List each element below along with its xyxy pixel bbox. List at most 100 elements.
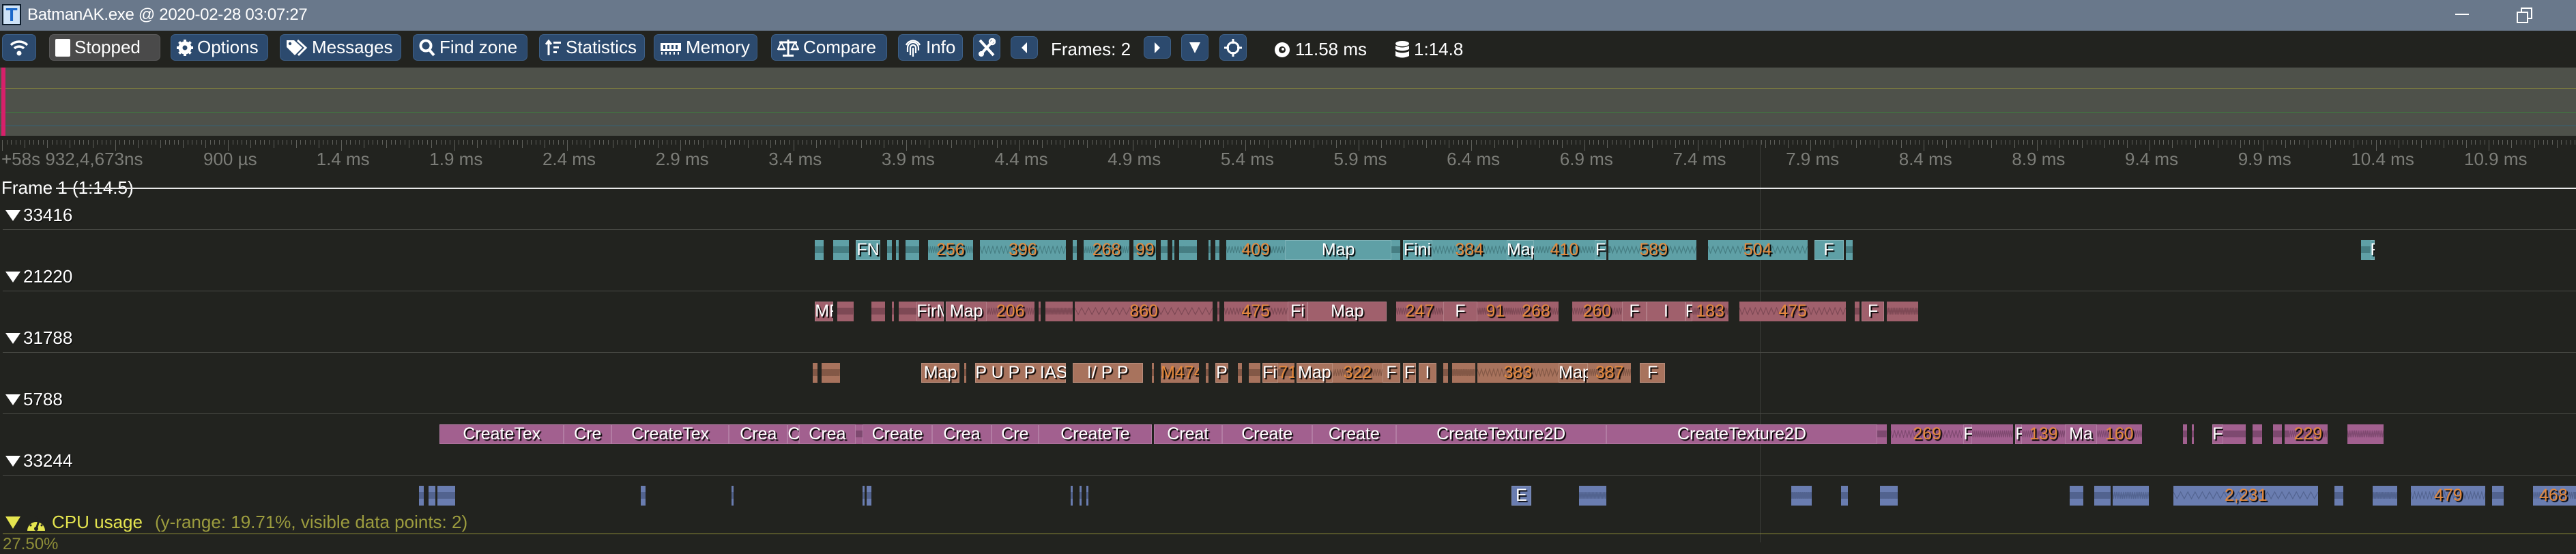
zone-block[interactable] [2191, 424, 2195, 444]
zone-block[interactable]: F [1443, 302, 1477, 321]
zone-block[interactable] [898, 302, 917, 321]
stopped-button[interactable]: Stopped [49, 34, 160, 61]
statistics-button[interactable]: Statistics [539, 34, 645, 61]
zone-block[interactable]: Crea [932, 424, 992, 444]
cpu-usage-header[interactable]: CPU usage (y-range: 19.71%, visible data… [5, 512, 467, 533]
zone-block[interactable]: CreateTex [611, 424, 729, 444]
zone-block[interactable]: I [1647, 302, 1685, 321]
zone-block[interactable]: 260 [1572, 302, 1622, 321]
zone-block[interactable]: FirM [916, 302, 944, 321]
zone-block[interactable]: Ma [2065, 424, 2097, 444]
zone-block[interactable] [1452, 363, 1475, 383]
zone-block[interactable] [1443, 363, 1448, 383]
zone-block[interactable] [871, 302, 885, 321]
zone-block[interactable] [2253, 424, 2262, 444]
zone-block[interactable]: 71 [1278, 363, 1294, 383]
zone-block[interactable]: 268 [1513, 302, 1559, 321]
zone-block[interactable]: 860 [1075, 302, 1213, 321]
zone-block[interactable] [1391, 240, 1401, 260]
zone-block[interactable] [822, 363, 840, 383]
zone-block[interactable]: Fini [1402, 240, 1432, 260]
zone-block[interactable]: 383 [1477, 363, 1559, 383]
zone-block[interactable] [1877, 424, 1887, 444]
restore-button[interactable] [2517, 8, 2532, 23]
compare-button[interactable]: Compare [771, 34, 887, 61]
zone-block[interactable]: 589 [1610, 240, 1697, 260]
zoom-to-frame-button[interactable] [1219, 34, 1247, 61]
thread-header[interactable]: 21220 [5, 266, 72, 287]
time-ruler[interactable]: +58s 932,4,673ns 900 µs 1.4 ms 1.9 ms 2.4 m… [0, 140, 2576, 201]
zone-block[interactable] [2347, 424, 2384, 444]
zone-block[interactable]: 2,231 [2173, 486, 2319, 506]
zone-block[interactable] [1841, 486, 1849, 506]
zone-block[interactable] [1161, 240, 1168, 260]
zone-block[interactable]: CreateTe [1039, 424, 1152, 444]
zone-block[interactable] [641, 486, 646, 506]
zone-block[interactable]: Crea [729, 424, 788, 444]
zone-block[interactable] [2094, 486, 2111, 506]
zone-block[interactable] [2069, 486, 2083, 506]
zone-block[interactable] [891, 302, 895, 321]
zone-block[interactable]: 268 [1084, 240, 1129, 260]
zone-block[interactable] [1845, 240, 1853, 260]
zone-block[interactable] [1206, 363, 1209, 383]
zone-block[interactable]: 269 [1891, 424, 1964, 444]
zone-block[interactable]: 384 [1432, 240, 1507, 260]
zone-block[interactable] [1972, 424, 2014, 444]
messages-button[interactable]: Messages [280, 34, 401, 61]
zone-block[interactable]: F [2015, 424, 2023, 444]
zone-block[interactable] [1215, 240, 1220, 260]
zone-block[interactable] [1039, 302, 1041, 321]
zone-block[interactable]: P U P P IAS [975, 363, 1066, 383]
current-frame-marker[interactable] [1, 68, 5, 136]
zone-block[interactable]: F [1814, 240, 1844, 260]
zone-block[interactable]: 183 [1692, 302, 1728, 321]
zone-block[interactable]: 256 [927, 240, 974, 260]
zone-block[interactable]: Crea [798, 424, 856, 444]
options-button[interactable]: Options [171, 34, 268, 61]
thread-header[interactable]: 33416 [5, 205, 72, 226]
zone-block[interactable]: Fir [1262, 363, 1279, 383]
tools-button[interactable] [973, 34, 1000, 61]
zone-block[interactable]: Create [862, 424, 933, 444]
zone-block[interactable] [2492, 486, 2504, 506]
zone-block[interactable]: 475 [1739, 302, 1846, 321]
zone-block[interactable]: 322 [1332, 363, 1383, 383]
zone-block[interactable] [905, 240, 919, 260]
zone-block[interactable] [1886, 302, 1918, 321]
zone-block[interactable]: F [1621, 302, 1647, 321]
zone-block[interactable]: F [1595, 240, 1606, 260]
zone-block[interactable]: F [2370, 240, 2375, 260]
zone-block[interactable] [1151, 363, 1155, 383]
zone-block[interactable]: 99 [1133, 240, 1157, 260]
zone-block[interactable] [1045, 302, 1073, 321]
zone-block[interactable] [1855, 302, 1859, 321]
zone-block[interactable] [1879, 486, 1898, 506]
zone-block[interactable] [1237, 363, 1243, 383]
connection-button[interactable] [2, 34, 36, 61]
zone-block[interactable]: Create [1312, 424, 1396, 444]
zone-block[interactable]: CreateTexture2D [1606, 424, 1878, 444]
zone-block[interactable]: Fi [1287, 302, 1308, 321]
zone-block[interactable]: I [1418, 363, 1437, 383]
zone-block[interactable] [1791, 486, 1812, 506]
zone-block[interactable]: C [787, 424, 799, 444]
zone-block[interactable]: F [2212, 424, 2224, 444]
zone-block[interactable]: 160 [2096, 424, 2142, 444]
zone-block[interactable] [1079, 486, 1082, 506]
memory-button[interactable]: Memory [654, 34, 757, 61]
zone-block[interactable]: F [1640, 363, 1665, 383]
zone-block[interactable]: Creat [1154, 424, 1222, 444]
zone-block[interactable]: F [1685, 302, 1692, 321]
zone-block[interactable]: F [1382, 363, 1401, 383]
zone-block[interactable] [2182, 424, 2188, 444]
zone-block[interactable]: Map [1559, 363, 1589, 383]
zone-block[interactable]: F [1402, 363, 1417, 383]
zone-block[interactable]: CreateTex [439, 424, 564, 444]
frame-overview[interactable] [0, 68, 2576, 136]
zone-block[interactable]: Create [1221, 424, 1313, 444]
zone-block[interactable] [2112, 486, 2149, 506]
next-frame-button[interactable] [1144, 36, 1171, 59]
zone-block[interactable] [1217, 302, 1220, 321]
zone-block[interactable] [855, 424, 863, 444]
